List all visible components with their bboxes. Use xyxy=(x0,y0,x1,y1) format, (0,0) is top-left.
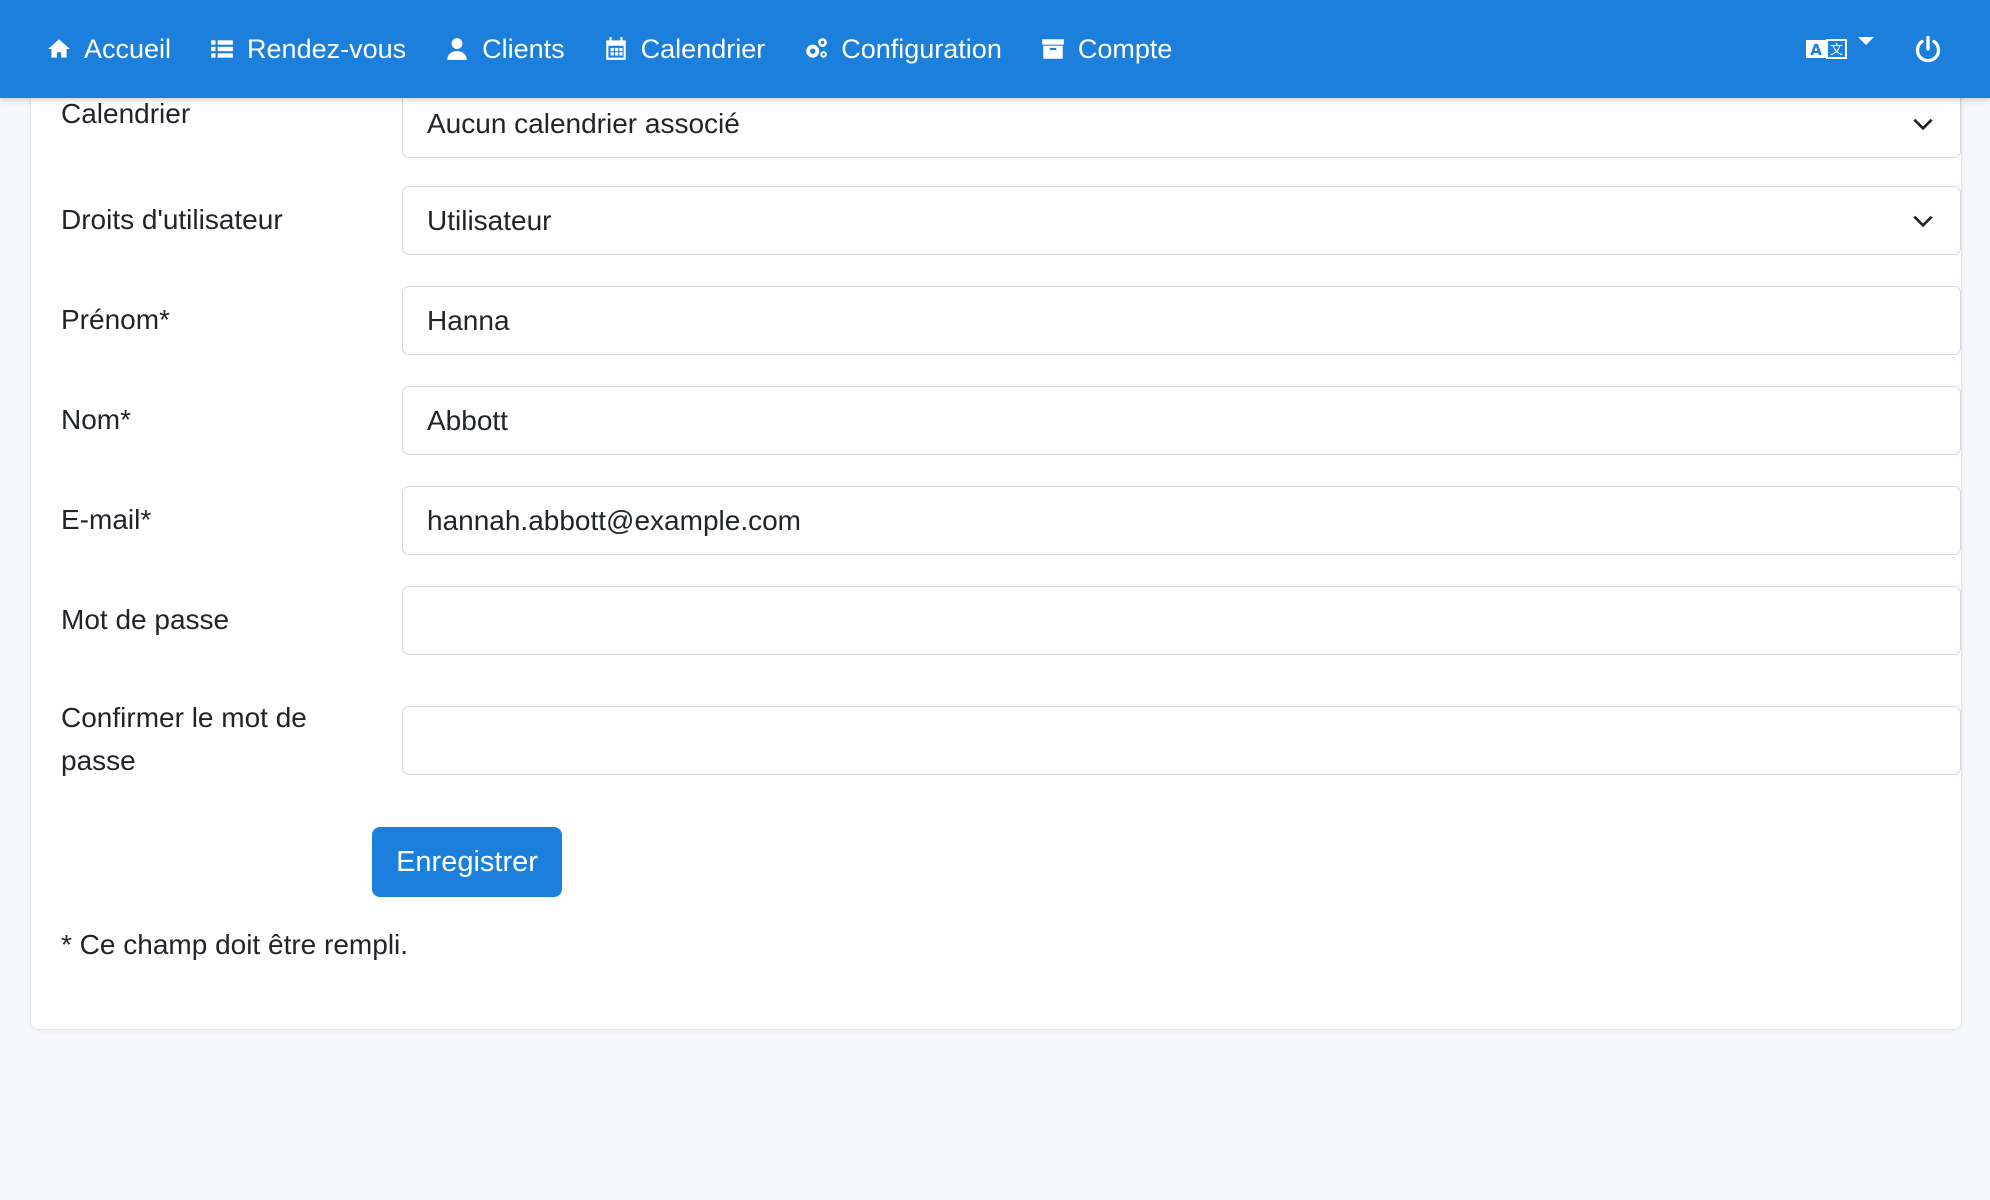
rights-select-value: Utilisateur xyxy=(427,204,552,236)
home-icon xyxy=(44,34,74,64)
required-field-note: * Ce champ doit être rempli. xyxy=(61,929,409,960)
nav-item-calendrier[interactable]: Calendrier xyxy=(601,33,766,65)
nav-right: A 文 xyxy=(1806,0,1942,98)
firstname-label: Prénom* xyxy=(61,304,170,335)
email-label: E-mail* xyxy=(61,504,152,535)
cogs-icon xyxy=(801,34,831,64)
language-icon: A 文 xyxy=(1806,39,1847,59)
logout-button[interactable] xyxy=(1914,35,1942,63)
main-nav: Accueil Rendez-vous Clients Calendrier C xyxy=(44,0,1208,98)
password-confirm-input[interactable] xyxy=(402,706,1961,775)
nav-item-label: Rendez-vous xyxy=(247,33,407,64)
firstname-input[interactable]: Hanna xyxy=(402,286,1961,355)
calendar-select-value: Aucun calendrier associé xyxy=(427,107,740,139)
nav-item-label: Calendrier xyxy=(640,33,766,64)
email-field[interactable]: hannah.abbott@example.com xyxy=(402,486,1961,555)
chevron-down-icon xyxy=(1913,215,1933,227)
nav-item-clients[interactable]: Clients xyxy=(442,34,565,65)
nav-item-label: Compte xyxy=(1077,33,1173,64)
password-confirm-label: Confirmer le mot de passe xyxy=(61,702,307,776)
email-field-value: hannah.abbott@example.com xyxy=(427,504,801,536)
rights-label: Droits d'utilisateur xyxy=(61,204,283,235)
nav-item-rendez-vous[interactable]: Rendez-vous xyxy=(207,34,406,65)
save-button[interactable]: Enregistrer xyxy=(372,827,562,897)
archive-icon xyxy=(1038,34,1068,64)
lastname-label: Nom* xyxy=(61,404,132,435)
calendar-icon xyxy=(601,34,631,64)
user-form-card: Calendrier Aucun calendrier associé Droi… xyxy=(30,40,1962,1030)
user-icon xyxy=(442,34,472,64)
language-dropdown[interactable]: A 文 xyxy=(1806,36,1874,62)
list-icon xyxy=(207,34,237,64)
nav-item-label: Clients xyxy=(482,33,565,64)
nav-item-configuration[interactable]: Configuration xyxy=(801,34,1002,65)
calendar-select[interactable]: Aucun calendrier associé xyxy=(402,89,1961,158)
calendar-label: Calendrier xyxy=(61,98,191,129)
nav-item-compte[interactable]: Compte xyxy=(1038,33,1173,65)
top-navbar: Accueil Rendez-vous Clients Calendrier C xyxy=(0,0,1990,98)
password-label: Mot de passe xyxy=(61,604,230,635)
power-icon xyxy=(1915,35,1941,63)
svg-text:A: A xyxy=(1810,41,1822,59)
chevron-down-icon xyxy=(1858,37,1874,45)
rights-select[interactable]: Utilisateur xyxy=(402,186,1961,255)
password-input[interactable] xyxy=(402,586,1961,655)
lastname-input[interactable]: Abbott xyxy=(402,386,1961,455)
firstname-input-value: Hanna xyxy=(427,304,510,336)
nav-item-label: Configuration xyxy=(841,33,1002,64)
nav-item-label: Accueil xyxy=(84,33,172,64)
chevron-down-icon xyxy=(1913,118,1933,130)
lastname-input-value: Abbott xyxy=(427,404,508,436)
nav-item-accueil[interactable]: Accueil xyxy=(44,34,171,65)
svg-text:文: 文 xyxy=(1830,43,1843,58)
